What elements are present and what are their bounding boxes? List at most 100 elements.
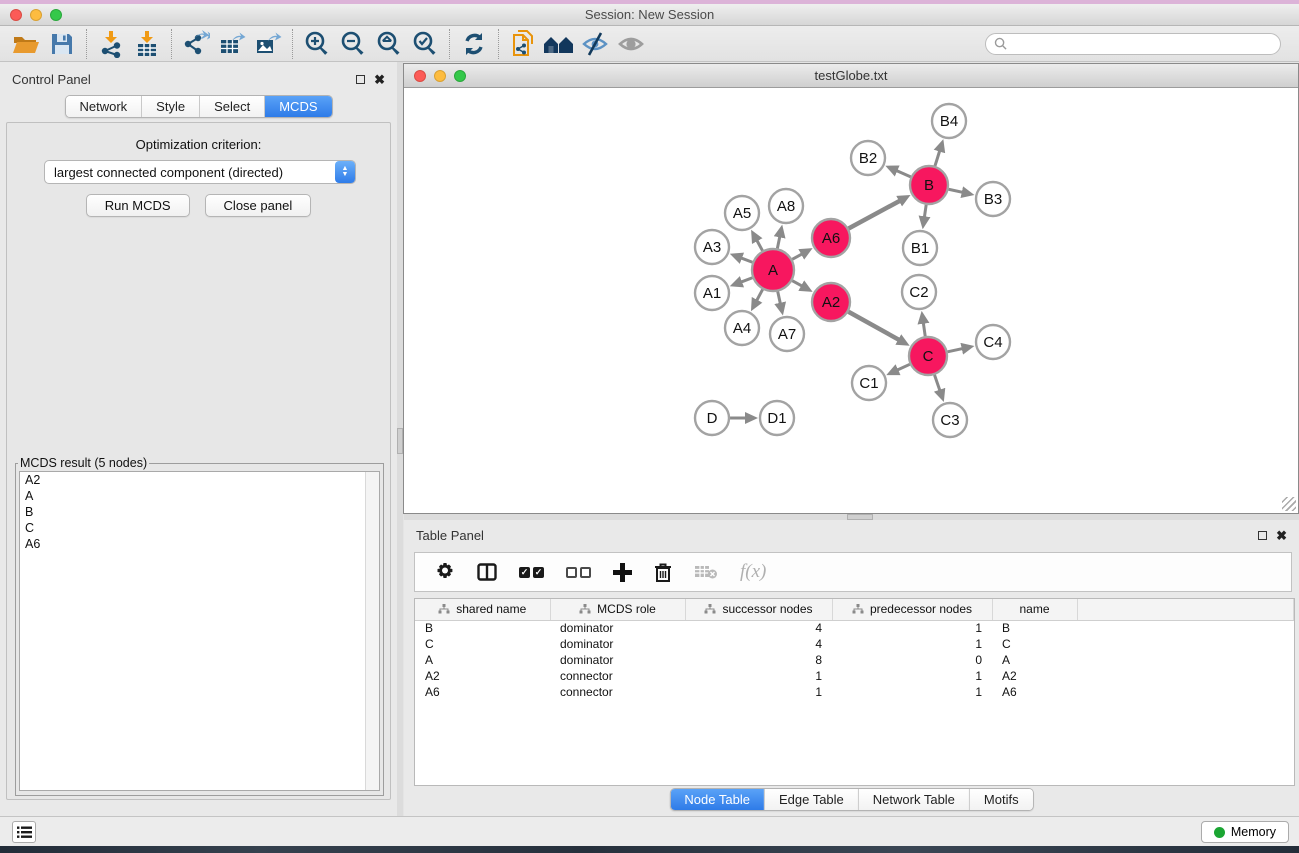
table-cell[interactable]: C xyxy=(992,636,1077,652)
graph-node-A3[interactable]: A3 xyxy=(695,230,729,264)
table-settings-button[interactable] xyxy=(435,562,455,582)
graph-edge-A-A3[interactable] xyxy=(740,258,752,263)
graph-node-C[interactable]: C xyxy=(909,337,947,375)
graph-node-C3[interactable]: C3 xyxy=(933,403,967,437)
table-cell[interactable]: A xyxy=(992,652,1077,668)
graph-node-C4[interactable]: C4 xyxy=(976,325,1010,359)
tab-select[interactable]: Select xyxy=(199,96,264,117)
table-row[interactable]: Adominator80A xyxy=(415,652,1294,668)
network-canvas[interactable]: B4B2BB3A5A8A6B1A3AA1C2A2A4A7C4CC1C3DD1 xyxy=(405,89,1297,513)
function-builder-button[interactable]: f(x) xyxy=(740,561,766,583)
graph-edge-A6-B[interactable] xyxy=(849,200,901,228)
task-history-button[interactable] xyxy=(12,821,36,843)
table-cell[interactable]: dominator xyxy=(550,620,685,636)
search-field[interactable] xyxy=(985,33,1281,55)
graph-node-A[interactable]: A xyxy=(752,249,794,291)
graph-node-B[interactable]: B xyxy=(910,166,948,204)
graph-edge-A-A6[interactable] xyxy=(792,253,803,259)
table-cell[interactable]: dominator xyxy=(550,636,685,652)
table-cell[interactable]: A6 xyxy=(992,684,1077,700)
show-all-button[interactable] xyxy=(613,28,649,60)
float-table-panel-icon[interactable] xyxy=(1258,531,1267,540)
zoom-selected-button[interactable] xyxy=(407,28,443,60)
clone-network-button[interactable] xyxy=(505,28,541,60)
tab-network-table[interactable]: Network Table xyxy=(858,789,969,810)
graph-node-A1[interactable]: A1 xyxy=(695,276,729,310)
table-cell[interactable]: 4 xyxy=(685,636,832,652)
export-table-button[interactable] xyxy=(214,28,250,60)
list-item[interactable]: B xyxy=(20,504,379,520)
float-panel-icon[interactable] xyxy=(356,75,365,84)
unselect-all-button[interactable] xyxy=(566,567,591,578)
column-header[interactable]: name xyxy=(992,599,1077,620)
table-row[interactable]: Bdominator41B xyxy=(415,620,1294,636)
table-cell[interactable]: 1 xyxy=(685,684,832,700)
graph-edge-B-B2[interactable] xyxy=(895,170,910,177)
list-item[interactable]: A6 xyxy=(20,536,379,552)
first-neighbors-button[interactable] xyxy=(541,28,577,60)
close-table-panel-icon[interactable]: ✖ xyxy=(1276,531,1287,540)
graph-edge-A-A2[interactable] xyxy=(792,281,803,287)
column-header[interactable]: shared name xyxy=(415,599,550,620)
graph-node-D[interactable]: D xyxy=(695,401,729,435)
export-image-button[interactable] xyxy=(250,28,286,60)
resize-grip-icon[interactable] xyxy=(1282,497,1296,511)
column-header[interactable]: MCDS role xyxy=(550,599,685,620)
column-header[interactable]: successor nodes xyxy=(685,599,832,620)
table-cell[interactable]: 1 xyxy=(832,668,992,684)
graph-edge-C-C2[interactable] xyxy=(923,322,925,336)
add-column-button[interactable] xyxy=(613,563,632,582)
graph-edge-B-B3[interactable] xyxy=(949,189,964,192)
tab-motifs[interactable]: Motifs xyxy=(969,789,1033,810)
table-cell[interactable]: 1 xyxy=(832,636,992,652)
table-cell[interactable]: B xyxy=(992,620,1077,636)
tab-mcds[interactable]: MCDS xyxy=(264,96,331,117)
table-cell[interactable]: 1 xyxy=(832,684,992,700)
graph-node-A5[interactable]: A5 xyxy=(725,196,759,230)
graph-edge-C-C3[interactable] xyxy=(935,375,941,392)
graph-edge-B-B1[interactable] xyxy=(924,205,926,219)
refresh-button[interactable] xyxy=(456,28,492,60)
table-row[interactable]: Cdominator41C xyxy=(415,636,1294,652)
graph-edge-B-B4[interactable] xyxy=(935,150,940,166)
graph-node-D1[interactable]: D1 xyxy=(760,401,794,435)
table-cell[interactable]: B xyxy=(415,620,550,636)
table-cell[interactable]: 0 xyxy=(832,652,992,668)
table-cell[interactable]: connector xyxy=(550,668,685,684)
delete-column-button[interactable] xyxy=(654,562,672,583)
mcds-result-list[interactable]: A2ABCA6 xyxy=(19,471,380,791)
export-network-button[interactable] xyxy=(178,28,214,60)
memory-button[interactable]: Memory xyxy=(1201,821,1289,843)
tab-network[interactable]: Network xyxy=(65,96,141,117)
graph-node-B3[interactable]: B3 xyxy=(976,182,1010,216)
graph-edge-C-C4[interactable] xyxy=(948,348,964,351)
zoom-out-button[interactable] xyxy=(335,28,371,60)
graph-node-A4[interactable]: A4 xyxy=(725,311,759,345)
zoom-fit-button[interactable] xyxy=(371,28,407,60)
save-session-button[interactable] xyxy=(44,28,80,60)
run-mcds-button[interactable]: Run MCDS xyxy=(86,194,190,217)
tab-edge-table[interactable]: Edge Table xyxy=(764,789,858,810)
graph-node-B2[interactable]: B2 xyxy=(851,141,885,175)
graph-node-A2[interactable]: A2 xyxy=(812,283,850,321)
graph-edge-A-A4[interactable] xyxy=(756,289,762,301)
graph-edge-A-A7[interactable] xyxy=(778,291,781,304)
graph-edge-A-A5[interactable] xyxy=(756,239,762,250)
table-cell[interactable]: 8 xyxy=(685,652,832,668)
graph-edge-A-A1[interactable] xyxy=(740,278,752,283)
close-panel-icon[interactable]: ✖ xyxy=(374,75,385,84)
table-cell[interactable]: 1 xyxy=(685,668,832,684)
table-cell[interactable]: A2 xyxy=(415,668,550,684)
close-panel-button[interactable]: Close panel xyxy=(205,194,312,217)
column-header[interactable]: predecessor nodes xyxy=(832,599,992,620)
import-table-button[interactable] xyxy=(129,28,165,60)
table-cell[interactable]: A2 xyxy=(992,668,1077,684)
graph-edge-C-C1[interactable] xyxy=(896,364,910,370)
graph-node-A8[interactable]: A8 xyxy=(769,189,803,223)
table-cell[interactable]: dominator xyxy=(550,652,685,668)
graph-node-B4[interactable]: B4 xyxy=(932,104,966,138)
table-cell[interactable]: C xyxy=(415,636,550,652)
result-scrollbar[interactable] xyxy=(365,472,379,790)
list-item[interactable]: C xyxy=(20,520,379,536)
graph-node-C1[interactable]: C1 xyxy=(852,366,886,400)
